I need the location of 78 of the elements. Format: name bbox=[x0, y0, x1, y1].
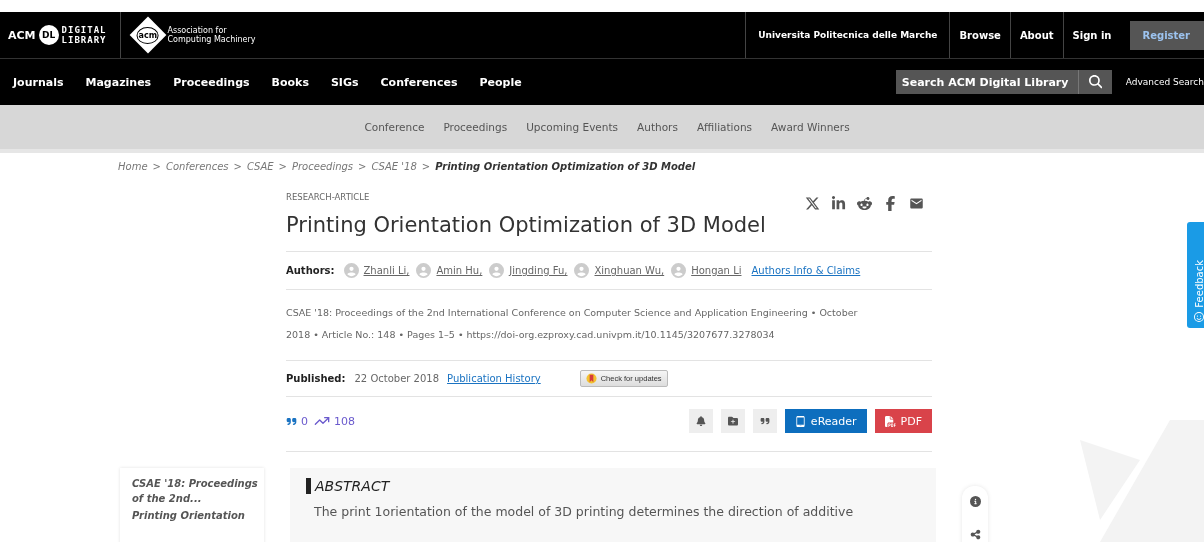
nav-link[interactable]: Books bbox=[260, 75, 320, 89]
pdf-icon bbox=[884, 415, 896, 427]
published-label: Published: bbox=[286, 373, 346, 384]
cite-button[interactable] bbox=[752, 409, 777, 433]
top-link[interactable]: About bbox=[1009, 12, 1063, 58]
share-icon[interactable] bbox=[969, 529, 981, 540]
pdf-button[interactable]: PDF bbox=[874, 409, 932, 433]
avatar-icon bbox=[574, 263, 590, 278]
email-icon[interactable] bbox=[909, 196, 924, 211]
avatar-icon bbox=[343, 263, 359, 278]
register-button[interactable]: Register bbox=[1130, 20, 1204, 50]
citation-count: 0 bbox=[286, 414, 308, 428]
author-link[interactable]: Xinghuan Wu, bbox=[594, 265, 665, 276]
subnav-link[interactable]: Affiliations bbox=[696, 121, 753, 133]
reddit-icon[interactable] bbox=[857, 196, 872, 211]
avatar-icon bbox=[489, 263, 505, 278]
breadcrumb-link[interactable]: CSAE '18 bbox=[371, 161, 417, 172]
author-link[interactable]: Hongan Li bbox=[691, 265, 742, 276]
add-to-folder-button[interactable] bbox=[720, 409, 745, 433]
avatar-icon bbox=[416, 263, 432, 278]
nav-link[interactable]: Journals bbox=[2, 75, 75, 89]
bookmark-icon bbox=[585, 373, 597, 384]
breadcrumb-link[interactable]: CSAE bbox=[246, 161, 274, 172]
published-date: 22 October 2018 bbox=[354, 373, 440, 384]
article-link[interactable]: Printing Orientation bbox=[132, 508, 258, 523]
breadcrumb-separator: > bbox=[233, 161, 242, 172]
authors-label: Authors: bbox=[286, 265, 335, 276]
reader-icon bbox=[794, 415, 806, 427]
author-link[interactable]: Amin Hu, bbox=[436, 265, 483, 276]
bell-icon bbox=[695, 416, 706, 426]
download-count: 108 bbox=[314, 413, 355, 429]
subnav-link[interactable]: Conference bbox=[364, 121, 425, 133]
facebook-icon[interactable] bbox=[883, 196, 898, 211]
breadcrumb-link[interactable]: Printing Orientation Optimization of 3D Model bbox=[435, 161, 696, 172]
top-link[interactable]: Sign in bbox=[1062, 12, 1121, 58]
nav-link[interactable]: Magazines bbox=[74, 75, 163, 89]
folder-plus-icon bbox=[727, 416, 738, 426]
alert-button[interactable] bbox=[688, 409, 713, 433]
proceedings-title[interactable]: CSAE '18: Proceedings of the 2nd... bbox=[132, 476, 258, 506]
nav-link[interactable]: Proceedings bbox=[162, 75, 261, 89]
subnav-link[interactable]: Authors bbox=[637, 121, 678, 133]
breadcrumb-separator: > bbox=[421, 161, 431, 172]
search-field[interactable]: Search ACM Digital Library bbox=[895, 70, 1078, 94]
advanced-search-link[interactable]: Advanced Search bbox=[1125, 77, 1204, 87]
breadcrumb-separator: > bbox=[278, 161, 287, 172]
top-link[interactable]: Browse bbox=[949, 12, 1010, 58]
nav-link[interactable]: People bbox=[468, 75, 533, 89]
linkedin-icon[interactable] bbox=[831, 196, 846, 211]
search-button[interactable] bbox=[1077, 70, 1112, 94]
info-icon[interactable] bbox=[969, 496, 981, 507]
x-icon[interactable] bbox=[805, 196, 820, 211]
quote-icon bbox=[286, 415, 297, 427]
acm-logo[interactable]: acm Association for Computing Machinery bbox=[121, 12, 256, 58]
breadcrumb-link[interactable]: Home bbox=[118, 161, 148, 172]
publication-history-link[interactable]: Publication History bbox=[447, 373, 541, 384]
ereader-button[interactable]: eReader bbox=[784, 409, 867, 433]
citation-text: CSAE '18: Proceedings of the 2nd International Conference on Computer Science and Application Engineering • October 2018 • Article No.: 148 • Pages 1–5 • https://doi-org.ezproxy.cad.univpm.it/10.1145/3207677.3278034 bbox=[286, 290, 932, 361]
institution-link[interactable]: Universita Politecnica delle Marche bbox=[745, 12, 950, 58]
search-icon bbox=[1088, 75, 1102, 89]
breadcrumb-link[interactable]: Conferences bbox=[165, 161, 229, 172]
quote-icon bbox=[759, 416, 770, 426]
avatar-icon bbox=[671, 263, 687, 278]
breadcrumb-link[interactable]: Proceedings bbox=[291, 161, 354, 172]
nav-link[interactable]: Conferences bbox=[369, 75, 469, 89]
subnav-link[interactable]: Award Winners bbox=[771, 121, 850, 133]
author-link[interactable]: Zhanli Li, bbox=[363, 265, 410, 276]
breadcrumb-separator: > bbox=[152, 161, 161, 172]
nav-link[interactable]: SIGs bbox=[319, 75, 370, 89]
breadcrumb-separator: > bbox=[358, 161, 367, 172]
abstract-heading: ABSTRACT bbox=[306, 478, 920, 494]
subnav-link[interactable]: Upcoming Events bbox=[526, 121, 619, 133]
abstract-text: The print 1orientation of the model of 3D printing determines the direction of additive bbox=[314, 504, 855, 519]
authors-info-link[interactable]: Authors Info & Claims bbox=[751, 265, 861, 276]
article-title: Printing Orientation Optimization of 3D Model bbox=[286, 213, 932, 252]
article-type: RESEARCH-ARTICLE bbox=[286, 192, 370, 202]
subnav-link[interactable]: Proceedings bbox=[443, 121, 508, 133]
author-link[interactable]: Jingding Fu, bbox=[509, 265, 568, 276]
smile-icon bbox=[1194, 312, 1204, 322]
